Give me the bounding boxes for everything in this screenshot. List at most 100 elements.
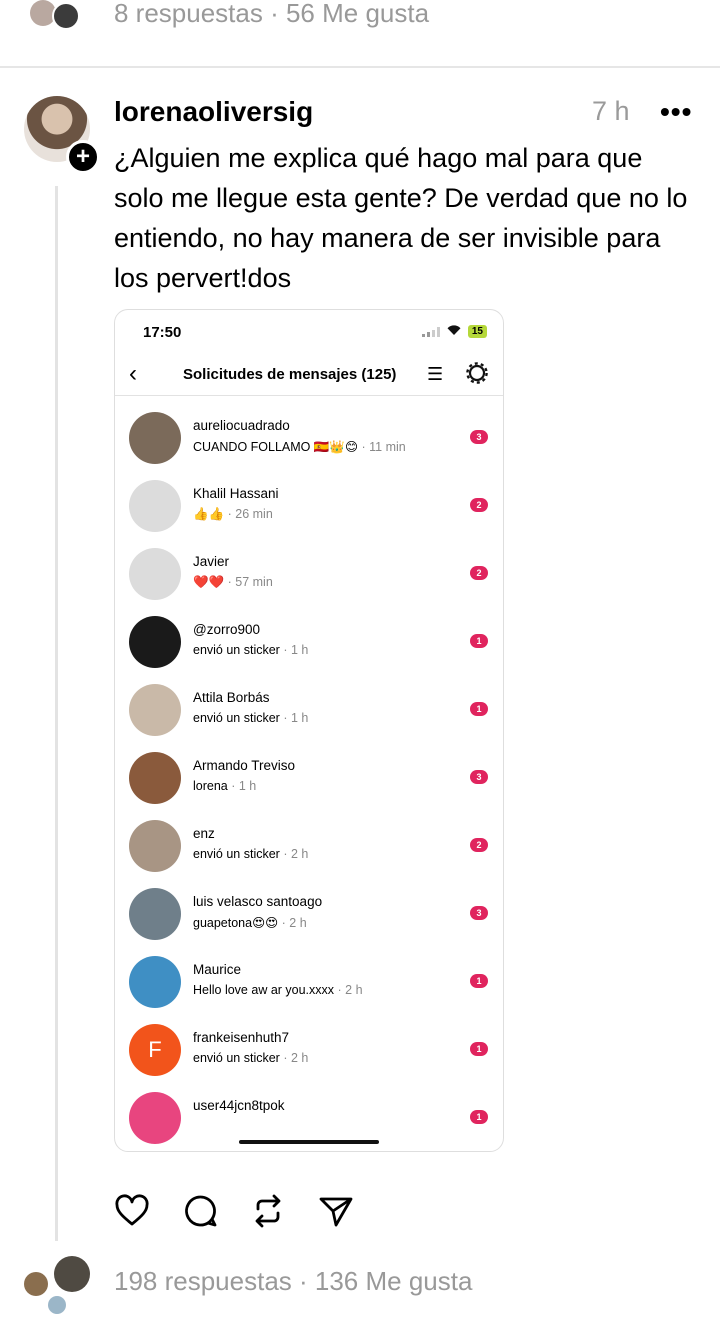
request-name: Javier [193, 554, 230, 569]
previous-post-footer: 8 respuestas · 56 Me gusta [0, 0, 720, 36]
request-message: guapetona😍😍 · 2 h [193, 915, 307, 930]
follow-plus-icon[interactable]: + [66, 140, 100, 174]
request-list-item: aureliocuadrado CUANDO FOLLAMO 🇪🇸👑😊 · 11 … [115, 410, 503, 470]
gear-icon [466, 362, 488, 390]
unread-count-badge: 3 [470, 770, 488, 784]
request-message: envió un sticker · 2 h [193, 847, 308, 861]
request-list-item: luis velasco santoago guapetona😍😍 · 2 h 3 [115, 886, 503, 946]
request-message: Hello love aw ar you.xxxx · 2 h [193, 983, 363, 997]
request-name: enz [193, 826, 215, 841]
request-message-text: envió un sticker [193, 711, 280, 725]
request-name: frankeisenhuth7 [193, 1030, 290, 1045]
request-message-text: Hello love aw ar you.xxxx [193, 983, 335, 997]
unread-count-badge: 1 [470, 1110, 488, 1124]
request-message-text: envió un sticker [193, 643, 280, 657]
wifi-icon [446, 324, 462, 339]
avatar [48, 1296, 66, 1314]
action-bar [114, 1193, 374, 1233]
request-list-item: Ffrankeisenhuth7 envió un sticker · 2 h 1 [115, 1022, 503, 1082]
avatar [129, 1092, 181, 1144]
request-name: @zorro900 [193, 622, 260, 637]
request-list-item: Attila Borbás envió un sticker · 1 h 1 [115, 682, 503, 742]
request-name: Attila Borbás [193, 690, 270, 705]
header-divider [115, 395, 503, 396]
request-name: aureliocuadrado [193, 418, 290, 433]
request-message-text: 👍👍 [193, 507, 225, 521]
request-time: · 26 min [224, 507, 273, 521]
thread-line [55, 186, 58, 1241]
request-time: · 1 h [279, 643, 309, 657]
reply-avatars [24, 1256, 94, 1316]
request-message: ❤️❤️ · 57 min [193, 575, 273, 590]
request-list-item: Khalil Hassani 👍👍 · 26 min 2 [115, 478, 503, 538]
post-divider [0, 66, 720, 68]
avatar [52, 2, 80, 30]
request-time: · 1 h [279, 711, 309, 725]
share-icon[interactable] [318, 1193, 354, 1229]
username[interactable]: lorenaoliversig [114, 96, 313, 128]
request-time: · 2 h [278, 916, 307, 930]
unread-count-badge: 3 [470, 906, 488, 920]
avatar [129, 752, 181, 804]
post-stats[interactable]: 198 respuestas · 136 Me gusta [114, 1266, 472, 1297]
avatar [54, 1256, 90, 1292]
request-message-text: ❤️❤️ [193, 575, 225, 589]
requests-header: ‹ Solicitudes de mensajes (125) ☰ [115, 356, 503, 396]
request-message: CUANDO FOLLAMO 🇪🇸👑😊 · 11 min [193, 439, 406, 455]
post-image[interactable]: 17:50 15 ‹ Solicitudes de mensajes (125)… [114, 309, 504, 1152]
unread-count-badge: 1 [470, 1042, 488, 1056]
request-list-item: Armando Treviso lorena · 1 h 3 [115, 750, 503, 810]
request-message-text: CUANDO FOLLAMO 🇪🇸👑😊 [193, 440, 359, 454]
unread-count-badge: 2 [470, 498, 488, 512]
request-message: lorena · 1 h [193, 779, 256, 793]
unread-count-badge: 3 [470, 430, 488, 444]
request-time: · 57 min [224, 575, 273, 589]
repost-icon[interactable] [250, 1193, 286, 1229]
filter-list-icon: ☰ [427, 364, 444, 384]
request-name: Armando Treviso [193, 758, 296, 773]
avatar: F [129, 1024, 181, 1076]
request-time: · 2 h [334, 983, 363, 997]
request-time: · 2 h [279, 1051, 309, 1065]
request-message-text: envió un sticker [193, 1051, 280, 1065]
reply-avatars [30, 0, 82, 30]
request-name: Khalil Hassani [193, 486, 279, 501]
request-message-text: guapetona😍😍 [193, 916, 279, 930]
request-message: envió un sticker · 1 h [193, 711, 308, 725]
avatar [129, 480, 181, 532]
unread-count-badge: 2 [470, 838, 488, 852]
avatar [129, 412, 181, 464]
avatar [24, 1272, 48, 1296]
request-message-text: envió un sticker [193, 847, 280, 861]
post-time: 7 h [592, 96, 630, 126]
avatar [129, 684, 181, 736]
request-list-item: Maurice Hello love aw ar you.xxxx · 2 h 1 [115, 954, 503, 1014]
heart-icon[interactable] [114, 1193, 150, 1229]
request-time: · 11 min [358, 440, 406, 454]
request-message: 👍👍 · 26 min [193, 507, 273, 522]
avatar [129, 956, 181, 1008]
battery-icon: 15 [467, 325, 487, 338]
request-time: · 2 h [279, 847, 309, 861]
status-time: 17:50 [143, 324, 182, 341]
unread-count-badge: 2 [470, 566, 488, 580]
unread-count-badge: 1 [470, 634, 488, 648]
avatar [129, 820, 181, 872]
comment-icon[interactable] [182, 1193, 218, 1229]
request-message-text: lorena [193, 779, 228, 793]
request-message: envió un sticker · 1 h [193, 643, 308, 657]
post-text: ¿Alguien me explica qué hago mal para qu… [114, 143, 688, 293]
avatar [129, 616, 181, 668]
unread-count-badge: 1 [470, 702, 488, 716]
back-arrow-icon: ‹ [129, 360, 137, 387]
status-icons: 15 [421, 324, 487, 339]
avatar [129, 888, 181, 940]
request-name: Maurice [193, 962, 242, 977]
previous-post-stats[interactable]: 8 respuestas · 56 Me gusta [114, 0, 429, 29]
request-list-item: @zorro900 envió un sticker · 1 h 1 [115, 614, 503, 674]
request-message: envió un sticker · 2 h [193, 1051, 308, 1065]
avatar [129, 548, 181, 600]
more-options-icon[interactable]: ••• [660, 98, 692, 126]
request-name: luis velasco santoago [193, 894, 323, 909]
unread-count-badge: 1 [470, 974, 488, 988]
